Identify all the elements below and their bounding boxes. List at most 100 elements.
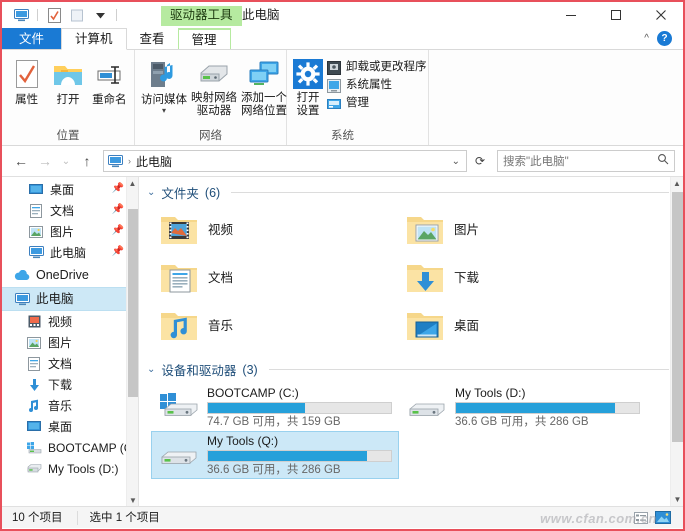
- folder-tile-label: 下载: [454, 270, 480, 285]
- pin-icon[interactable]: 📌: [112, 246, 124, 257]
- large-icons-view-icon[interactable]: [655, 510, 671, 526]
- properties-icon[interactable]: [45, 6, 63, 24]
- collapse-ribbon-icon[interactable]: ^: [644, 33, 649, 44]
- sidebar-item-mytools-d[interactable]: My Tools (D:): [2, 458, 138, 479]
- system-properties-button[interactable]: 系统属性: [327, 78, 427, 93]
- manage-button[interactable]: 管理: [327, 96, 427, 111]
- rename-button[interactable]: 重命名: [91, 54, 128, 107]
- drive-usage-fill: [208, 402, 305, 413]
- access-media-button[interactable]: 访问媒体 ▾: [141, 54, 187, 115]
- drive-info: BOOTCAMP (C:) 74.7 GB 可用，共 159 GB: [207, 386, 392, 429]
- folders-group-header[interactable]: ⌄ 文件夹 (6): [139, 177, 683, 204]
- sidebar-item-this-pc-quick[interactable]: 此电脑 📌: [2, 242, 138, 263]
- drive-tile-mytools-d[interactable]: My Tools (D:) 36.6 GB 可用，共 286 GB: [399, 383, 647, 431]
- pictures-folder-icon: [407, 217, 443, 244]
- drive-tile-mytools-q[interactable]: My Tools (Q:) 36.6 GB 可用，共 286 GB: [151, 431, 399, 479]
- content-pane[interactable]: ⌄ 文件夹 (6) 视频 图片 文档 下载 音乐 桌面 ⌄ 设备和驱动器 (3)…: [139, 177, 683, 506]
- sidebar-item-downloads[interactable]: 下载: [2, 374, 138, 395]
- breadcrumb[interactable]: › 此电脑: [108, 153, 172, 170]
- sidebar-item-bootcamp-c[interactable]: BOOTCAMP (C: [2, 437, 138, 458]
- drive-tile-bootcamp-c[interactable]: BOOTCAMP (C:) 74.7 GB 可用，共 159 GB: [151, 383, 399, 431]
- refresh-button[interactable]: ⟳: [469, 150, 491, 172]
- sidebar-item-videos[interactable]: 视频: [2, 311, 138, 332]
- sidebar-item-pictures-quick[interactable]: 图片 📌: [2, 221, 138, 242]
- folder-tile-documents[interactable]: 文档: [153, 254, 399, 302]
- folder-tile-label: 图片: [454, 222, 480, 237]
- add-network-location-button[interactable]: 添加一个 网络位置: [241, 54, 287, 118]
- properties-button[interactable]: 属性: [8, 54, 45, 107]
- help-button[interactable]: ?: [657, 31, 672, 46]
- drive-info: My Tools (Q:) 36.6 GB 可用，共 286 GB: [207, 434, 392, 477]
- sidebar-item-onedrive[interactable]: OneDrive: [2, 263, 138, 287]
- open-settings-button[interactable]: 打开 设置: [293, 54, 323, 118]
- pin-icon[interactable]: 📌: [112, 204, 124, 215]
- search-input[interactable]: 搜索"此电脑": [497, 150, 675, 172]
- drives-group-header[interactable]: ⌄ 设备和驱动器 (3): [139, 350, 683, 381]
- sidebar-item-pictures[interactable]: 图片: [2, 332, 138, 353]
- add-network-location-label-2: 网络位置: [241, 105, 287, 117]
- address-input[interactable]: › 此电脑 ⌄: [103, 150, 467, 172]
- sidebar-item-documents[interactable]: 文档: [2, 353, 138, 374]
- documents-icon: [28, 203, 44, 219]
- navigation-pane[interactable]: 桌面 📌 文档 📌 图片 📌 此电脑 📌 OneDrive 此电脑 视频 图片 …: [2, 177, 139, 506]
- drive-icon: [161, 451, 197, 464]
- open-button[interactable]: 打开: [49, 54, 86, 107]
- content-scrollbar[interactable]: ▲ ▼: [670, 177, 683, 506]
- recent-locations-button[interactable]: ⌄: [58, 150, 74, 172]
- sidebar-item-documents-quick[interactable]: 文档 📌: [2, 200, 138, 221]
- tab-computer[interactable]: 计算机: [61, 28, 127, 50]
- music-icon: [26, 398, 42, 414]
- properties-button-label: 属性: [15, 94, 39, 106]
- map-network-drive-label-1: 映射网络: [191, 92, 237, 104]
- system-properties-label: 系统属性: [346, 79, 392, 91]
- back-button[interactable]: ←: [10, 150, 32, 172]
- minimize-button[interactable]: [548, 2, 593, 28]
- contextual-tab-header: 驱动器工具: [161, 6, 242, 26]
- drive-usage-bar: [207, 449, 392, 462]
- chevron-down-icon[interactable]: ⌄: [147, 364, 155, 375]
- this-pc-icon: [108, 154, 123, 167]
- folder-tile-downloads[interactable]: 下载: [399, 254, 645, 302]
- map-network-drive-button[interactable]: 映射网络 驱动器: [191, 54, 237, 118]
- maximize-button[interactable]: [593, 2, 638, 28]
- tab-file[interactable]: 文件: [2, 28, 62, 49]
- this-pc-icon[interactable]: [12, 6, 30, 24]
- sidebar-item-this-pc[interactable]: 此电脑: [2, 287, 138, 311]
- address-dropdown-icon[interactable]: ⌄: [452, 156, 460, 167]
- tab-manage[interactable]: 管理: [177, 28, 231, 49]
- pin-icon[interactable]: 📌: [112, 183, 124, 194]
- pin-icon[interactable]: 📌: [112, 225, 124, 236]
- forward-button[interactable]: →: [34, 150, 56, 172]
- window-controls: [548, 2, 683, 28]
- sidebar-scroll-down-arrow[interactable]: ▼: [127, 494, 138, 506]
- new-folder-icon[interactable]: [68, 6, 86, 24]
- sidebar-scroll-thumb[interactable]: [128, 209, 138, 397]
- up-button[interactable]: ↑: [76, 150, 98, 172]
- toolbar-separator: [37, 9, 38, 21]
- customize-dropdown-icon[interactable]: [91, 6, 109, 24]
- desktop-icon: [26, 419, 42, 435]
- details-view-icon[interactable]: [633, 510, 649, 526]
- content-scroll-up-arrow[interactable]: ▲: [671, 177, 683, 190]
- folder-tile-music[interactable]: 音乐: [153, 302, 399, 350]
- sidebar-scrollbar[interactable]: ▲ ▼: [126, 177, 138, 506]
- manage-icon: [327, 98, 341, 109]
- folder-tile-videos[interactable]: 视频: [153, 206, 399, 254]
- search-icon[interactable]: [657, 152, 669, 170]
- folder-tile-desktop[interactable]: 桌面: [399, 302, 645, 350]
- uninstall-program-button[interactable]: 卸载或更改程序: [327, 60, 427, 75]
- folder-tile-pictures[interactable]: 图片: [399, 206, 645, 254]
- drive-icon: [409, 403, 445, 416]
- this-pc-icon: [28, 245, 44, 261]
- tab-view[interactable]: 查看: [127, 28, 178, 49]
- content-scroll-thumb[interactable]: [672, 192, 683, 442]
- sidebar-scroll-up-arrow[interactable]: ▲: [127, 177, 138, 189]
- sidebar-item-music[interactable]: 音乐: [2, 395, 138, 416]
- content-scroll-down-arrow[interactable]: ▼: [671, 493, 683, 506]
- chevron-down-icon[interactable]: ⌄: [147, 187, 155, 198]
- sidebar-item-desktop[interactable]: 桌面: [2, 416, 138, 437]
- system-properties-icon: [327, 78, 341, 93]
- sidebar-item-desktop-quick[interactable]: 桌面 📌: [2, 179, 138, 200]
- access-media-caret-icon[interactable]: ▾: [162, 107, 166, 115]
- close-button[interactable]: [638, 2, 683, 28]
